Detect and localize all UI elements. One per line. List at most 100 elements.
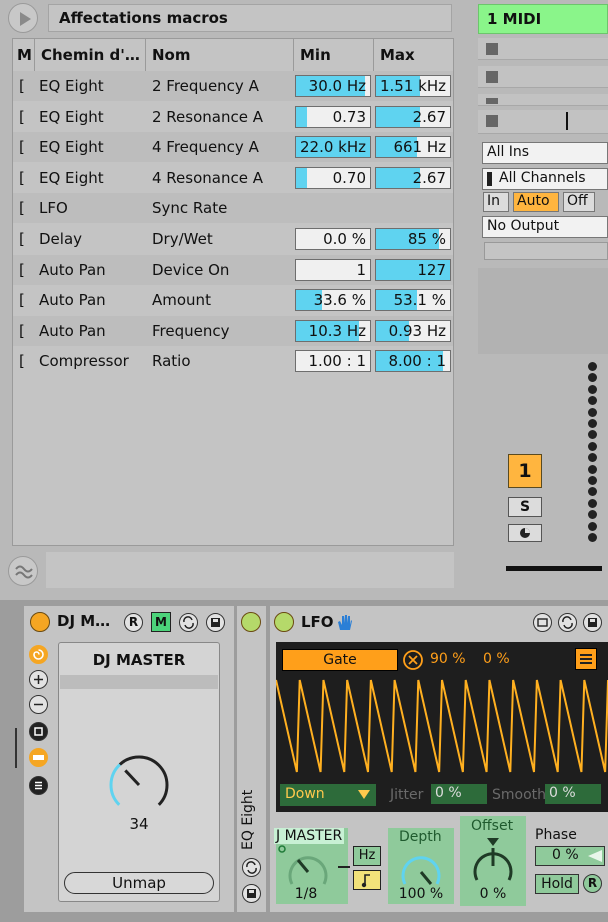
hold-button[interactable]: Hold [535,874,579,894]
rack-title: DJ M… [57,612,111,630]
max-value-slider[interactable]: 53.1 % [375,289,451,312]
col-header-path[interactable]: Chemin d'… [35,39,146,71]
output-type-select[interactable]: No Output [482,216,608,238]
max-value-slider[interactable]: 85 % [375,228,451,250]
max-value-slider[interactable]: 0.93 Hz [375,319,451,342]
col-header-name[interactable]: Nom [146,39,294,71]
depth-knob[interactable] [395,844,447,890]
table-row[interactable]: [EQ Eight 2 Frequency A 30.0 Hz 1.51 kHz [13,71,453,101]
max-value-slider[interactable]: 127 [375,258,451,281]
eq-save-button[interactable] [242,884,261,903]
table-row[interactable]: [Compressor Ratio 1.00 : 1 8.00 : 1 [13,346,453,376]
col-header-max[interactable]: Max [374,39,453,71]
smooth-value[interactable]: 0 % [545,784,601,804]
min-value-slider[interactable]: 33.6 % [295,289,371,312]
table-row[interactable]: [EQ Eight 2 Resonance A 0.73 2.67 [13,102,453,132]
min-value-slider[interactable]: 10.3 Hz [295,319,371,342]
menu-button[interactable] [575,648,597,670]
remove-macro-button[interactable] [29,695,48,714]
retrigger-button[interactable]: R [583,874,602,893]
row-macro-index: [ [19,107,25,126]
col-header-m[interactable]: M [13,39,35,71]
eq-power-button[interactable] [241,612,261,632]
min-value-slider[interactable]: 0.70 [295,166,371,189]
shape-select[interactable]: Down [280,784,376,806]
monitor-in-button[interactable]: In [483,192,509,212]
phase-value[interactable]: 0 % [535,846,605,866]
sync-button[interactable] [353,870,381,890]
clip-slot[interactable] [478,66,608,88]
min-value-slider[interactable]: 22.0 kHz [295,136,371,159]
lfo-expand-button[interactable] [533,613,552,632]
groove-button[interactable] [8,556,38,586]
macro-knob[interactable] [104,750,174,820]
lfo-power-button[interactable] [274,612,294,632]
rate-knob[interactable] [278,844,338,890]
map-mode-button[interactable]: M [151,612,171,632]
add-macro-button[interactable] [29,670,48,689]
gate-button[interactable]: Gate [282,649,398,671]
clip-slot[interactable] [478,94,608,106]
jitter-value[interactable]: 0 % [431,784,487,804]
eq-hot-swap-button[interactable] [242,858,261,877]
monitor-auto-button[interactable]: Auto [513,192,559,212]
eq-title: EQ Eight [240,789,256,850]
table-row[interactable]: [Delay Dry/Wet 0.0 % 85 % [13,224,453,254]
max-value-slider[interactable]: 661 Hz [375,136,451,159]
rack-fold-bar[interactable] [15,728,17,768]
row-parameter-name: Sync Rate [152,199,228,218]
macro-mapping-view-button[interactable] [29,748,48,767]
table-row[interactable]: [Auto Pan Amount 33.6 % 53.1 % [13,285,453,315]
lfo-save-button[interactable] [583,613,602,632]
min-value-slider[interactable]: 0.0 % [295,228,371,250]
table-row[interactable]: [Auto Pan Frequency 10.3 Hz 0.93 Hz [13,315,453,346]
output-channel-select[interactable] [484,242,608,260]
play-button[interactable] [8,3,38,33]
clip-slot[interactable] [478,38,608,60]
hand-icon[interactable] [334,612,354,632]
hot-swap-button[interactable] [179,613,198,632]
arm-button[interactable] [508,524,542,542]
macro-table: M Chemin d'… Nom Min Max [EQ Eight 2 Freq… [12,38,454,546]
macro-list-button[interactable] [29,776,48,795]
row-parameter-name: 4 Frequency A [152,138,259,157]
hz-button[interactable]: Hz [353,846,381,866]
input-type-select[interactable]: All Ins [482,142,608,164]
offset-percent[interactable]: 0 % [483,651,510,667]
table-row[interactable]: [LFO Sync Rate [13,193,453,224]
max-value-slider[interactable]: 1.51 kHz [375,75,451,97]
offset-knob[interactable] [467,836,519,888]
meter-segment [588,476,597,485]
track-stop-slot[interactable] [478,110,608,134]
lfo-hot-swap-button[interactable] [558,613,577,632]
macro-variation-button[interactable] [29,645,48,664]
input-channel-select[interactable]: All Channels [482,168,608,190]
randomize-button[interactable]: R [124,613,143,632]
track-title[interactable]: 1 MIDI [478,4,608,34]
solo-button[interactable]: S [508,497,542,517]
table-row[interactable]: [EQ Eight 4 Resonance A 0.70 2.67 [13,163,453,193]
min-value-slider[interactable]: 30.0 Hz [295,75,371,97]
max-value-slider[interactable]: 2.67 [375,105,451,128]
table-row[interactable]: [Auto Pan Device On 1 127 [13,254,453,285]
min-value-slider[interactable]: 1.00 : 1 [295,350,371,373]
meter-segment [588,384,597,394]
track-activator-button[interactable]: 1 [508,454,542,488]
col-header-min[interactable]: Min [294,39,374,71]
gate-percent[interactable]: 90 % [430,651,466,667]
monitor-off-button[interactable]: Off [563,192,595,212]
chain-list-button[interactable] [29,722,48,741]
slider-value: 85 % [407,230,446,248]
reset-circle-icon[interactable] [402,649,424,671]
unmap-button[interactable]: Unmap [64,872,214,894]
save-preset-button[interactable] [206,613,225,632]
min-value-slider[interactable]: 0.73 [295,105,371,128]
slider-value: 22.0 kHz [299,138,366,157]
rack-power-button[interactable] [30,612,50,632]
row-macro-index: [ [19,352,25,371]
max-value-slider[interactable]: 8.00 : 1 [375,350,451,373]
slider-value: 0.70 [332,168,366,187]
max-value-slider[interactable]: 2.67 [375,166,451,189]
table-row[interactable]: [EQ Eight 4 Frequency A 22.0 kHz 661 Hz [13,132,453,163]
min-value-slider[interactable]: 1 [295,258,371,281]
